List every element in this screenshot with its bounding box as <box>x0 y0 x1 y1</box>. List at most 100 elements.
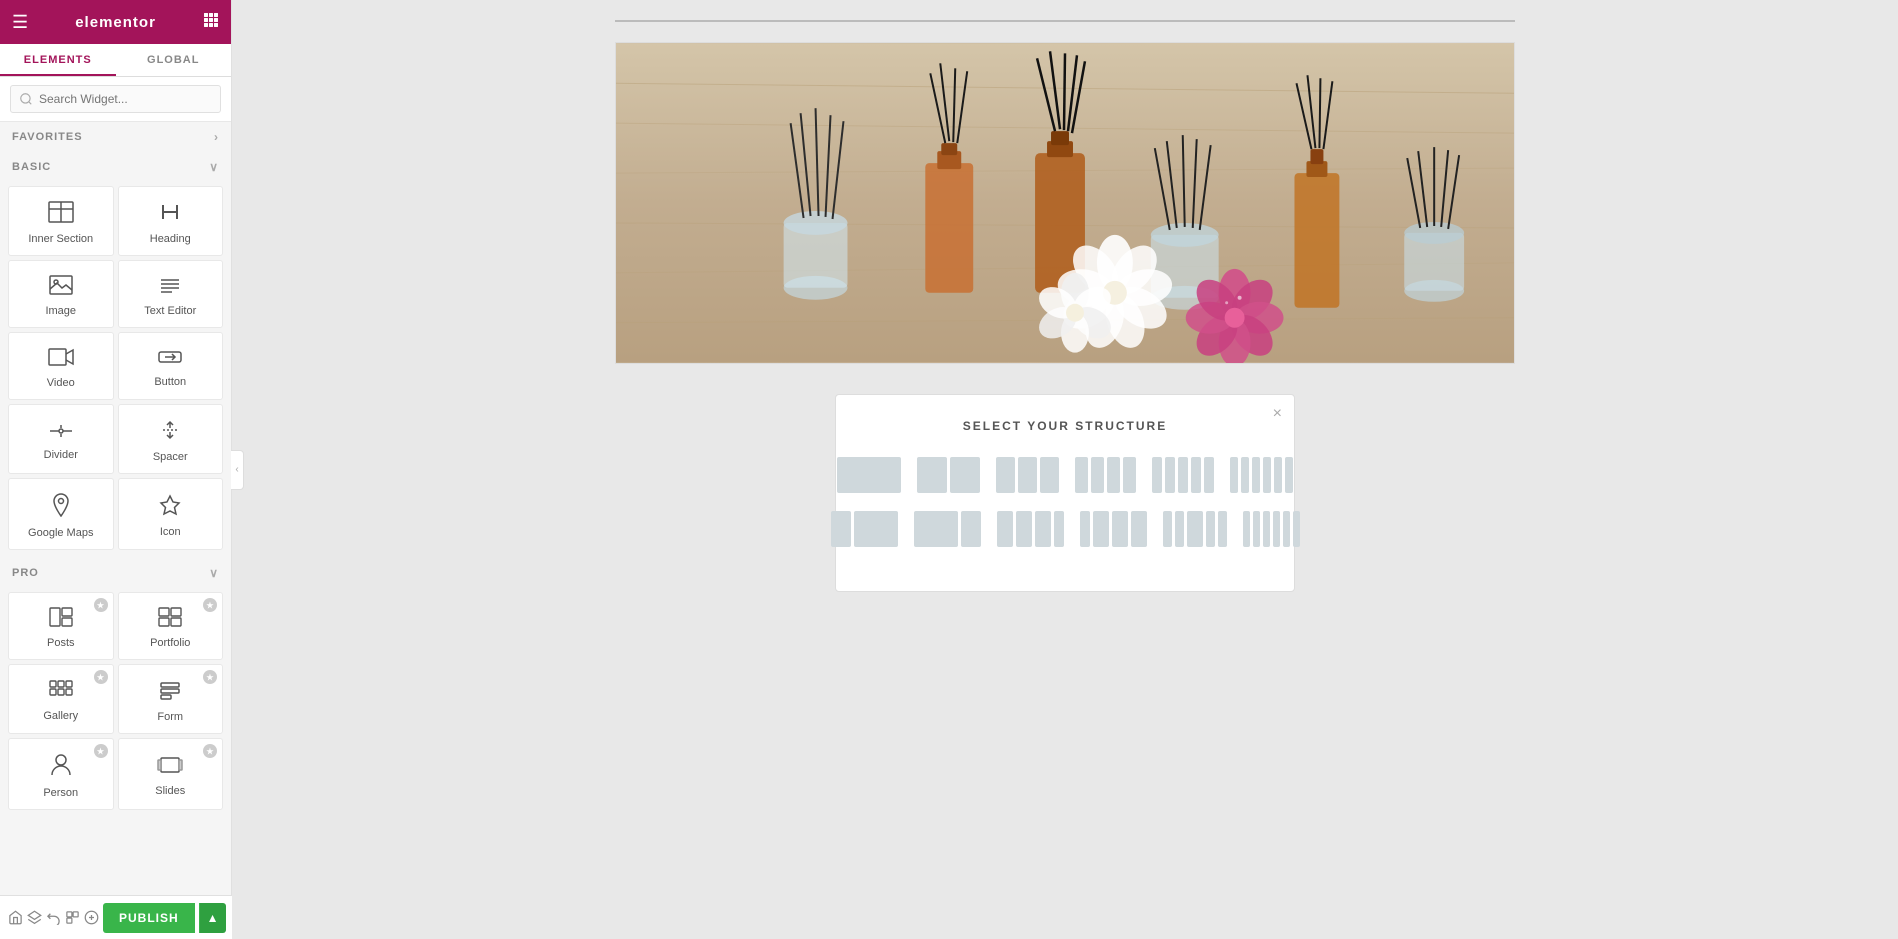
portfolio-label: Portfolio <box>150 637 190 649</box>
posts-label: Posts <box>47 637 75 649</box>
widget-heading[interactable]: Heading <box>118 186 224 256</box>
structure-1-3-col[interactable] <box>827 507 902 551</box>
structure-2-3-col[interactable] <box>910 507 985 551</box>
image-label: Image <box>45 305 76 317</box>
person-icon <box>51 753 71 781</box>
widget-portfolio[interactable]: ★ Portfolio <box>118 592 224 660</box>
spacer-icon <box>159 419 181 445</box>
video-icon <box>48 347 74 371</box>
widget-video[interactable]: Video <box>8 332 114 400</box>
button-label: Button <box>154 376 186 388</box>
elementor-logo: elementor <box>75 14 156 31</box>
structure-row-2 <box>856 507 1274 551</box>
structure-close-button[interactable]: × <box>1273 405 1282 423</box>
bottom-toolbar: PUBLISH ▲ <box>0 895 232 939</box>
text-editor-label: Text Editor <box>144 305 196 317</box>
structure-1-3small-col[interactable] <box>1076 507 1151 551</box>
favorites-chevron-icon: › <box>214 130 219 144</box>
widgets-panel: FAVORITES › BASIC ∨ Inner Section <box>0 122 231 939</box>
favorites-label: FAVORITES <box>12 131 83 143</box>
structure-row-1 <box>856 453 1274 497</box>
layers-toolbar-icon[interactable] <box>27 903 42 933</box>
google-maps-label: Google Maps <box>28 527 93 539</box>
widget-slides[interactable]: ★ Slides <box>118 738 224 810</box>
structure-2col[interactable] <box>913 453 984 497</box>
structure-selector-title: SELECT YOUR STRUCTURE <box>856 419 1274 433</box>
main-area: × SELECT YOUR STRUCTURE <box>232 0 1898 939</box>
undo-toolbar-icon[interactable] <box>46 903 61 933</box>
structure-3-1-col[interactable] <box>993 507 1068 551</box>
image-icon <box>49 275 73 299</box>
portfolio-icon <box>158 607 182 631</box>
pro-badge-portfolio: ★ <box>203 598 217 612</box>
heading-icon <box>159 201 181 227</box>
divider-icon <box>48 421 74 443</box>
hero-image-block[interactable] <box>615 42 1515 364</box>
divider-label: Divider <box>44 449 78 461</box>
inner-section-icon <box>48 201 74 227</box>
structure-3col[interactable] <box>992 453 1063 497</box>
search-bar <box>0 77 231 122</box>
widget-spacer[interactable]: Spacer <box>118 404 224 474</box>
search-input[interactable] <box>10 85 221 113</box>
heading-label: Heading <box>150 233 191 245</box>
publish-arrow-button[interactable]: ▲ <box>199 903 226 933</box>
home-toolbar-icon[interactable] <box>8 903 23 933</box>
structure-selector: × SELECT YOUR STRUCTURE <box>835 394 1295 592</box>
tab-global[interactable]: GLOBAL <box>116 44 232 76</box>
slides-label: Slides <box>155 785 185 797</box>
widget-posts[interactable]: ★ Posts <box>8 592 114 660</box>
structure-4col[interactable] <box>1071 453 1140 497</box>
structure-5mixed-col[interactable] <box>1159 507 1231 551</box>
icon-label: Icon <box>160 526 181 538</box>
collapse-handle[interactable]: ‹ <box>231 450 244 490</box>
widget-google-maps[interactable]: Google Maps <box>8 478 114 550</box>
person-label: Person <box>43 787 78 799</box>
pro-badge-gallery: ★ <box>94 670 108 684</box>
widget-icon[interactable]: Icon <box>118 478 224 550</box>
top-border-line <box>615 20 1515 22</box>
widget-divider[interactable]: Divider <box>8 404 114 474</box>
preview-toolbar-icon[interactable] <box>84 903 99 933</box>
structure-6mixed-col[interactable] <box>1239 507 1304 551</box>
gallery-label: Gallery <box>43 710 78 722</box>
slides-icon <box>157 755 183 779</box>
structure-6col[interactable] <box>1226 453 1297 497</box>
widget-person[interactable]: ★ Person <box>8 738 114 810</box>
basic-label: BASIC <box>12 161 51 173</box>
form-label: Form <box>157 711 183 723</box>
structure-5col[interactable] <box>1148 453 1218 497</box>
hamburger-menu-icon[interactable]: ☰ <box>12 12 28 33</box>
pro-widgets-grid: ★ Posts ★ <box>0 588 231 818</box>
basic-chevron-icon: ∨ <box>209 160 219 174</box>
widget-button[interactable]: Button <box>118 332 224 400</box>
gallery-icon <box>49 680 73 704</box>
hero-image-placeholder <box>616 43 1514 363</box>
widget-text-editor[interactable]: Text Editor <box>118 260 224 328</box>
video-label: Video <box>47 377 75 389</box>
pro-badge: ★ <box>94 598 108 612</box>
button-icon <box>157 348 183 370</box>
redo-toolbar-icon[interactable] <box>65 903 80 933</box>
widget-image[interactable]: Image <box>8 260 114 328</box>
structure-1col[interactable] <box>833 453 905 497</box>
spacer-label: Spacer <box>153 451 188 463</box>
pro-badge-person: ★ <box>94 744 108 758</box>
widget-gallery[interactable]: ★ Gallery <box>8 664 114 734</box>
pro-badge-slides: ★ <box>203 744 217 758</box>
panel-header: ☰ elementor <box>0 0 231 44</box>
favorites-section-header[interactable]: FAVORITES › <box>0 122 231 152</box>
icon-widget-icon <box>159 494 181 520</box>
canvas: × SELECT YOUR STRUCTURE <box>615 20 1515 592</box>
posts-icon <box>49 607 73 631</box>
widget-form[interactable]: ★ Form <box>118 664 224 734</box>
basic-widgets-grid: Inner Section Heading <box>0 182 231 558</box>
publish-button[interactable]: PUBLISH <box>103 903 195 933</box>
basic-section-header[interactable]: BASIC ∨ <box>0 152 231 182</box>
pro-section-header[interactable]: PRO ∨ <box>0 558 231 588</box>
tab-elements[interactable]: ELEMENTS <box>0 44 116 76</box>
text-editor-icon <box>158 275 182 299</box>
inner-section-label: Inner Section <box>28 233 93 245</box>
grid-icon[interactable] <box>203 12 219 33</box>
widget-inner-section[interactable]: Inner Section <box>8 186 114 256</box>
